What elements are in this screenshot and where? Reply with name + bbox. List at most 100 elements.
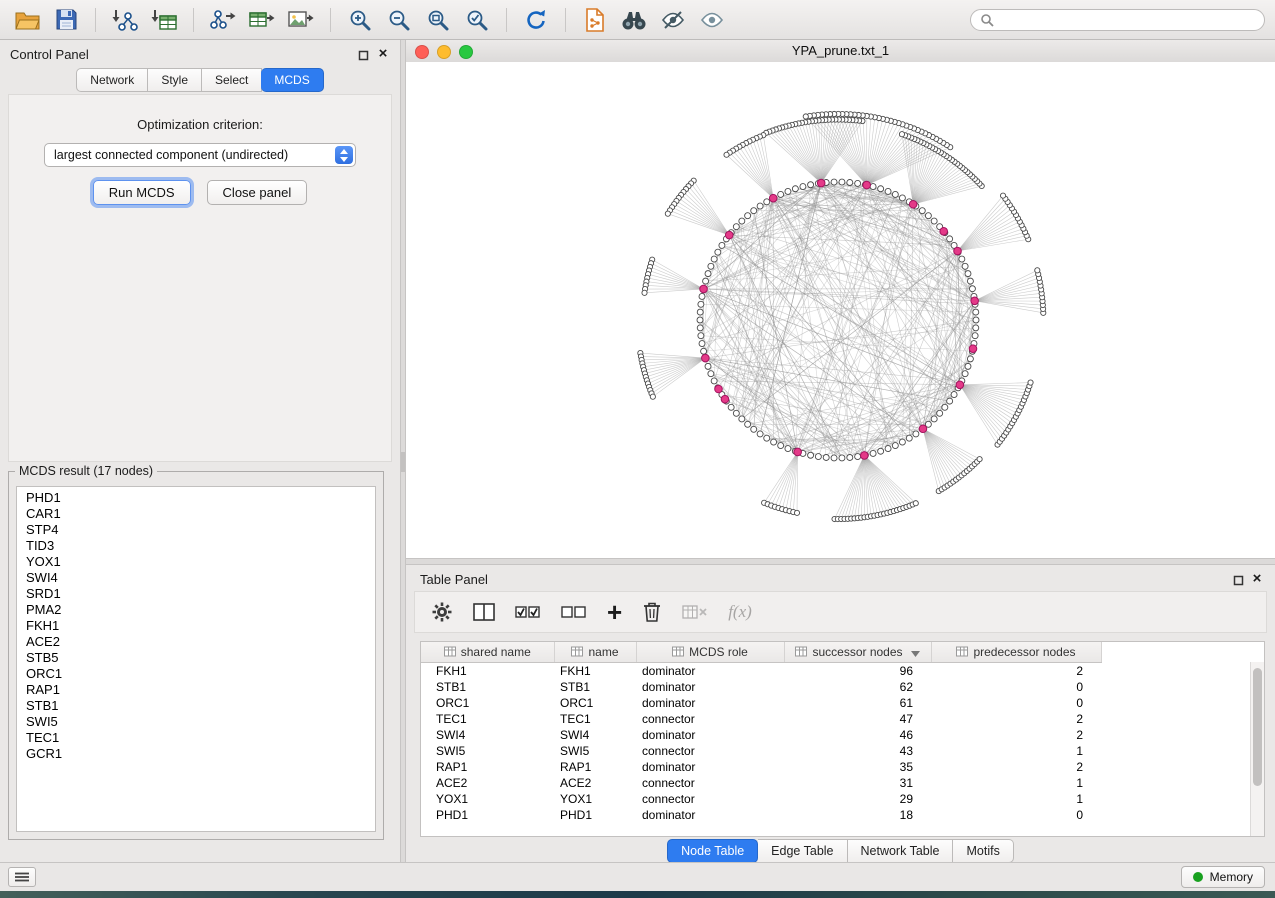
network-node[interactable] (728, 404, 734, 410)
table-cell[interactable]: YOX1 (421, 791, 554, 807)
network-node[interactable] (947, 398, 953, 404)
add-row-button[interactable]: + (607, 599, 622, 625)
network-node[interactable] (751, 426, 757, 432)
mcds-node-item[interactable]: GCR1 (17, 746, 375, 762)
tab-network[interactable]: Network (76, 68, 148, 92)
network-node[interactable] (808, 452, 814, 458)
network-node[interactable] (931, 218, 937, 224)
scrollbar-thumb[interactable] (1253, 668, 1262, 786)
dominator-node[interactable] (817, 179, 825, 187)
network-node[interactable] (913, 431, 919, 437)
table-cell[interactable]: 43 (784, 743, 931, 759)
status-menu-button[interactable] (8, 867, 36, 887)
network-node[interactable] (705, 271, 711, 277)
table-cell[interactable]: connector (636, 775, 784, 791)
dominator-node[interactable] (721, 395, 729, 403)
mcds-node-item[interactable]: TID3 (17, 538, 375, 554)
network-node[interactable] (733, 224, 739, 230)
table-cell[interactable]: connector (636, 791, 784, 807)
mcds-node-item[interactable]: RAP1 (17, 682, 375, 698)
network-node[interactable] (764, 199, 770, 205)
mcds-node-item[interactable]: ACE2 (17, 634, 375, 650)
share-network-button[interactable] (578, 5, 612, 35)
close-mcds-panel-button[interactable]: Close panel (207, 180, 308, 205)
zoom-selected-button[interactable] (460, 5, 494, 35)
show-hide-graphics-button[interactable] (695, 5, 729, 35)
search-network-button[interactable] (617, 5, 651, 35)
network-node[interactable] (745, 421, 751, 427)
table-cell[interactable]: SWI4 (421, 727, 554, 743)
network-node[interactable] (745, 213, 751, 219)
network-node[interactable] (913, 501, 918, 506)
save-session-button[interactable] (49, 5, 83, 35)
network-node[interactable] (739, 416, 745, 422)
network-node[interactable] (764, 435, 770, 441)
network-node[interactable] (965, 271, 971, 277)
table-cell[interactable]: 2 (931, 759, 1101, 775)
network-node[interactable] (697, 317, 703, 323)
network-node[interactable] (942, 404, 948, 410)
table-cell[interactable]: PHD1 (554, 807, 636, 823)
table-settings-button[interactable] (431, 599, 453, 625)
network-node[interactable] (855, 180, 861, 186)
export-table-button[interactable] (245, 5, 279, 35)
table-cell[interactable]: PHD1 (421, 807, 554, 823)
zoom-in-button[interactable] (343, 5, 377, 35)
unselect-all-button[interactable] (561, 599, 587, 625)
network-node[interactable] (973, 309, 979, 315)
search-input[interactable] (1000, 12, 1255, 28)
network-node[interactable] (650, 394, 655, 399)
network-node[interactable] (937, 410, 943, 416)
table-cell[interactable]: 2 (931, 711, 1101, 727)
table-cell[interactable]: connector (636, 743, 784, 759)
network-node[interactable] (771, 439, 777, 445)
mcds-node-item[interactable]: STB5 (17, 650, 375, 666)
network-node[interactable] (642, 290, 647, 295)
table-cell[interactable]: SWI5 (554, 743, 636, 759)
table-cell[interactable]: dominator (636, 727, 784, 743)
table-cell[interactable]: FKH1 (421, 663, 554, 680)
network-node[interactable] (757, 431, 763, 437)
table-cell[interactable]: 47 (784, 711, 931, 727)
column-header-name[interactable]: name (554, 642, 636, 663)
table-row[interactable]: FKH1FKH1dominator962 (421, 663, 1101, 680)
network-node[interactable] (839, 455, 845, 461)
network-node[interactable] (823, 454, 829, 460)
dominator-node[interactable] (702, 354, 710, 362)
network-node[interactable] (1035, 268, 1040, 273)
tab-style[interactable]: Style (148, 68, 202, 92)
table-row[interactable]: SWI5SWI5connector431 (421, 743, 1101, 759)
dominator-node[interactable] (971, 297, 979, 305)
refresh-view-button[interactable] (519, 5, 553, 35)
network-node[interactable] (711, 378, 717, 384)
network-node[interactable] (959, 256, 965, 262)
float-panel-button[interactable] (356, 48, 370, 62)
mcds-node-item[interactable]: CAR1 (17, 506, 375, 522)
table-cell[interactable]: ACE2 (554, 775, 636, 791)
table-cell[interactable]: SWI4 (554, 727, 636, 743)
network-node[interactable] (708, 371, 714, 377)
optimization-criterion-select[interactable]: largest connected component (undirected) (44, 143, 356, 167)
mcds-node-item[interactable]: PMA2 (17, 602, 375, 618)
mcds-node-item[interactable]: SRD1 (17, 586, 375, 602)
dominator-node[interactable] (969, 345, 977, 353)
close-window-icon[interactable] (415, 45, 429, 59)
table-row[interactable]: ACE2ACE2connector311 (421, 775, 1101, 791)
network-node[interactable] (715, 249, 721, 255)
close-panel-button[interactable]: × (375, 46, 391, 62)
import-network-button[interactable] (108, 5, 142, 35)
table-cell[interactable]: 0 (931, 695, 1101, 711)
horizontal-splitter[interactable] (406, 558, 1275, 565)
table-row[interactable]: YOX1YOX1connector291 (421, 791, 1101, 807)
network-node[interactable] (815, 454, 821, 460)
table-cell[interactable]: dominator (636, 759, 784, 775)
table-scrollbar[interactable] (1250, 662, 1264, 836)
mcds-result-list[interactable]: PHD1CAR1STP4TID3YOX1SWI4SRD1PMA2FKH1ACE2… (16, 486, 376, 832)
column-header-predecessor-nodes[interactable]: predecessor nodes (931, 642, 1101, 663)
dominator-node[interactable] (956, 381, 964, 389)
network-node[interactable] (977, 457, 982, 462)
table-cell[interactable]: ORC1 (421, 695, 554, 711)
table-cell[interactable]: YOX1 (554, 791, 636, 807)
run-mcds-button[interactable]: Run MCDS (93, 180, 191, 205)
network-node[interactable] (967, 278, 973, 284)
